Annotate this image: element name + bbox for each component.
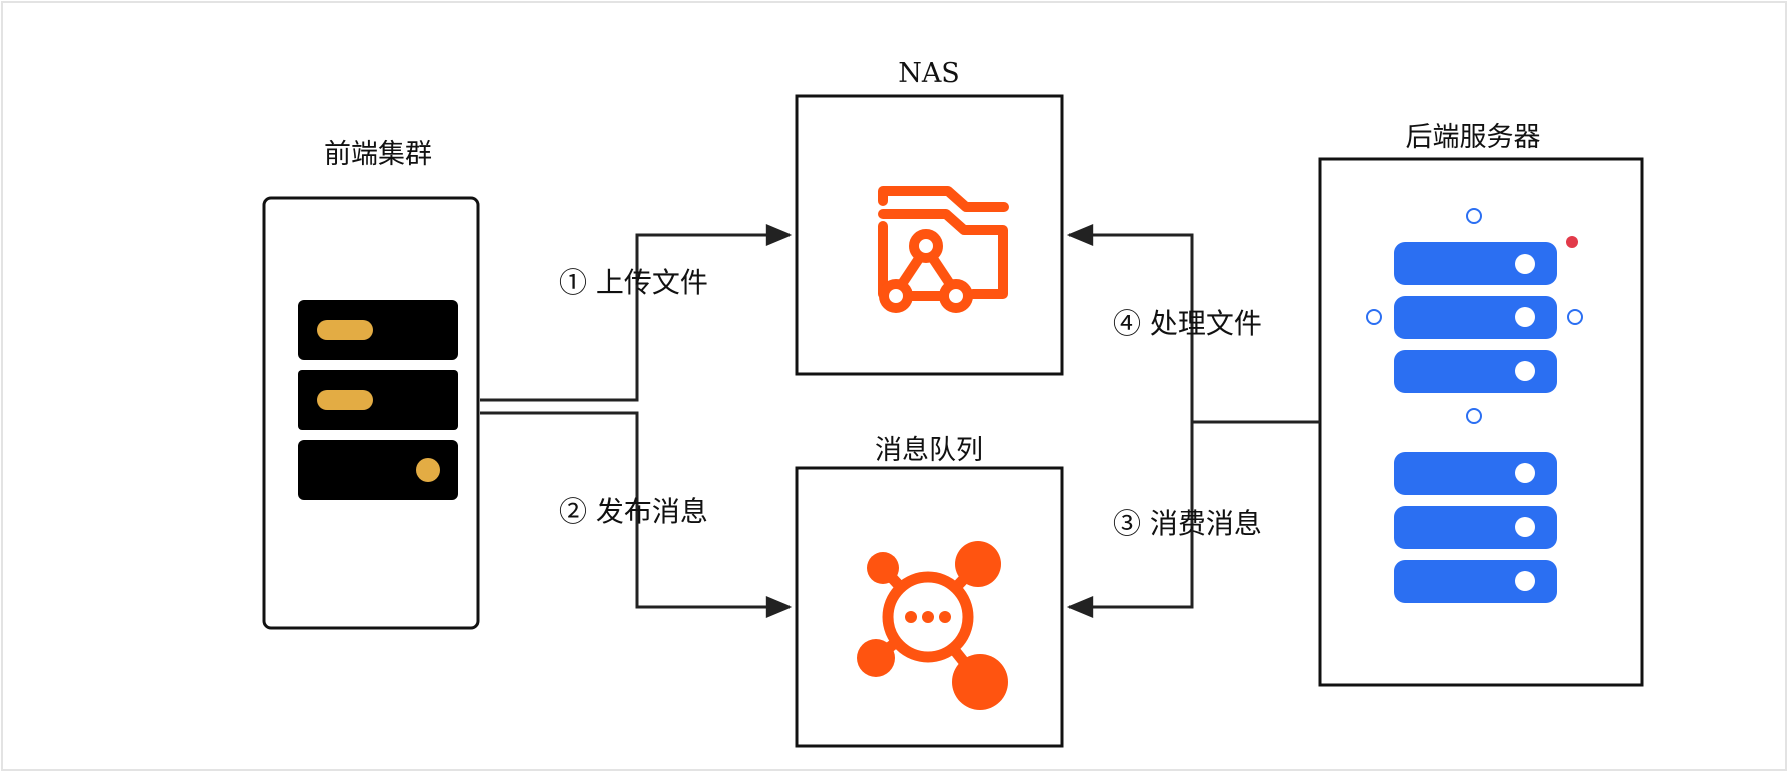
server-rack-icon [298,300,458,500]
edge-upload [480,224,793,402]
edge-label-process: ④ 处理文件 [1113,307,1262,340]
edge-label-consume: ③ 消费消息 [1113,507,1262,540]
node-queue[interactable]: 消息队列 [795,435,1064,748]
backend-title: 后端服务器 [1406,122,1541,153]
nas-title: NAS [898,58,960,89]
queue-title: 消息队列 [875,435,983,466]
backend-box [1318,157,1644,687]
node-backend[interactable]: 后端服务器 [1318,122,1644,687]
edge-label-publish: ② 发布消息 [559,495,708,528]
frontend-title: 前端集群 [324,139,432,170]
architecture-diagram: 前端集群 NAS 消息队列 后端服务器 ① 上传文件 ② 发布消息 ④ 处理文件… [1,1,1787,771]
handle-right [1567,309,1583,325]
node-nas[interactable]: NAS [795,58,1064,376]
edge-label-upload: ① 上传文件 [559,266,708,299]
node-frontend[interactable]: 前端集群 [262,139,480,630]
handle-top [1466,208,1482,224]
handle-bottom [1466,408,1482,424]
status-dot-icon [1566,236,1578,248]
handle-left [1366,309,1382,325]
